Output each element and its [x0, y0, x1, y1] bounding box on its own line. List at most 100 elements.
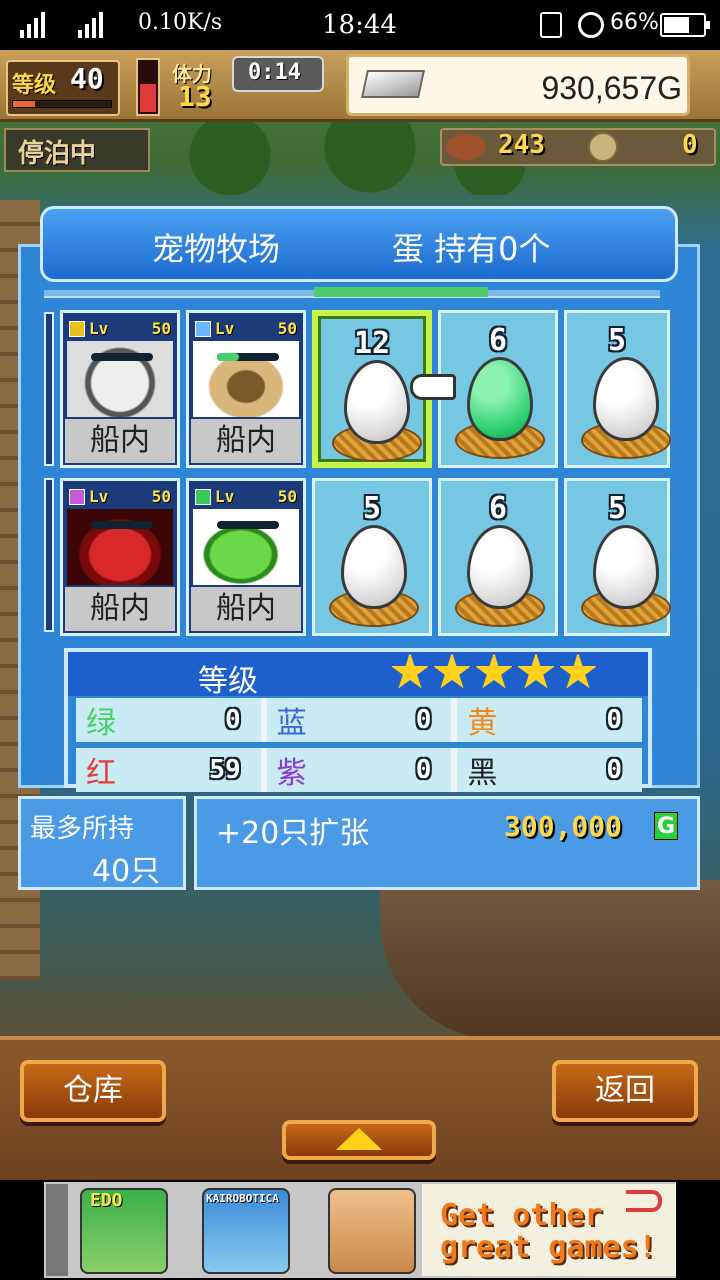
signal-4g-icon — [78, 12, 103, 38]
stat-value: 0 — [415, 705, 432, 735]
egg-icon — [593, 357, 659, 441]
lv-label: Lv — [215, 487, 235, 506]
expand-price: 300,000 — [504, 810, 623, 843]
battery-icon — [660, 13, 710, 37]
pet-level: Lv 50 — [195, 319, 297, 339]
silver-bar-icon — [361, 70, 425, 98]
food-value: 243 — [498, 130, 545, 160]
stat-value: 0 — [225, 705, 241, 735]
stat-cell: 黑0 — [457, 748, 643, 792]
cafe-game-icon[interactable] — [328, 1188, 416, 1274]
egg-cell[interactable]: 6 — [438, 478, 558, 636]
vibrate-icon — [540, 12, 562, 38]
egg-count: 5 — [362, 491, 382, 526]
pet-level: Lv 50 — [69, 487, 171, 507]
kairobotica-label: KAIROBOTICA — [206, 1192, 279, 1205]
egg-count: 5 — [607, 491, 627, 526]
pet-hp-bar — [217, 521, 279, 529]
moored-label: 停泊中 — [18, 139, 97, 169]
stat-cell: 绿0 — [76, 698, 261, 742]
egg-icon — [467, 357, 533, 441]
stat-value: 0 — [606, 705, 623, 735]
egg-cell[interactable]: 6 — [438, 310, 558, 468]
lv-label: Lv — [89, 319, 109, 338]
egg-cell[interactable]: 5 — [312, 478, 432, 636]
stat-value: 0 — [606, 755, 623, 785]
grid-scrollbar-thumb[interactable] — [314, 287, 488, 297]
gem-icon — [69, 321, 85, 337]
stats-row: 绿0蓝0黄0 — [76, 698, 643, 742]
pet-card[interactable]: Lv 50 船内 — [60, 310, 180, 468]
ad-cta-line2: great games! — [440, 1230, 657, 1265]
ad-cta-line1: Get other — [440, 1198, 603, 1233]
stat-color-label: 蓝 — [276, 706, 307, 741]
level-label: 等级 — [12, 73, 57, 98]
stats-row: 红 59 紫 0 黑 0 — [76, 748, 643, 792]
pet-hp-bar — [91, 353, 153, 361]
eggs-held-count: 蛋 持有0个 — [392, 230, 551, 268]
pet-card[interactable]: Lv 50 船内 — [186, 310, 306, 468]
edo-label: EDO — [90, 1190, 123, 1211]
gem-icon — [69, 489, 85, 505]
pet-level: Lv 50 — [195, 487, 297, 507]
network-speed: 0.10K/s — [138, 10, 223, 35]
stat-color-label: 紫 — [276, 756, 307, 791]
pet-hp-bar — [217, 353, 279, 361]
medal-value: 0 — [682, 130, 698, 160]
pet-card[interactable]: Lv 50 船内 — [60, 478, 180, 636]
level-exp-bar — [12, 100, 112, 108]
stats-header — [68, 652, 648, 696]
egg-cell[interactable]: 5 — [564, 478, 671, 636]
capacity-value: 40只 — [92, 854, 161, 889]
pet-level-value: 50 — [151, 319, 171, 338]
pet-hp-bar — [91, 521, 153, 529]
medal-icon — [588, 132, 618, 162]
battery-fill — [664, 17, 689, 33]
stats-title: 等级 — [198, 664, 258, 699]
gold-amount: 930,657G — [541, 70, 682, 106]
back-button[interactable]: 返回 — [552, 1060, 698, 1122]
stat-value: 59 — [209, 755, 241, 785]
stat-cell: 黄0 — [457, 698, 643, 742]
return-arrow-icon — [626, 1190, 662, 1212]
egg-cell[interactable]: 5 — [564, 310, 671, 468]
stat-color-label: 黄 — [467, 706, 498, 741]
pet-level: Lv 50 — [69, 319, 171, 339]
pointing-hand-cursor-icon — [410, 374, 456, 400]
egg-icon — [341, 525, 407, 609]
lv-label: Lv — [215, 319, 235, 338]
pet-location: 船内 — [65, 419, 175, 463]
pet-card[interactable]: Lv 50 船内 — [186, 478, 306, 636]
capacity-label: 最多所持 — [30, 814, 135, 844]
pet-level-value: 50 — [277, 487, 297, 506]
pet-location: 船内 — [191, 419, 301, 463]
food-icon — [446, 134, 486, 160]
egg-icon — [467, 525, 533, 609]
panel-title: 宠物牧场 — [152, 230, 281, 268]
stat-color-label: 黑 — [467, 756, 498, 791]
egg-count: 6 — [488, 491, 508, 526]
egg-count: 12 — [353, 326, 391, 361]
stat-color-label: 绿 — [86, 706, 116, 741]
panel-header — [40, 206, 678, 282]
pet-location: 船内 — [65, 587, 175, 631]
stamina-value: 13 — [178, 80, 212, 113]
stamina-meter — [136, 58, 160, 116]
alarm-icon — [578, 12, 604, 38]
egg-icon — [344, 360, 410, 444]
stat-value: 0 — [415, 755, 432, 785]
egg-icon — [593, 525, 659, 609]
gold-currency-badge: G — [654, 812, 678, 840]
status-bar: 0.10K/s 18:44 66% — [0, 0, 720, 50]
clock-time: 18:44 — [322, 10, 397, 40]
pet-location: 船内 — [191, 587, 301, 631]
stat-cell: 蓝0 — [266, 698, 452, 742]
stat-cell: 红 59 — [76, 748, 261, 792]
stat-color-label: 红 — [86, 756, 116, 791]
warehouse-button[interactable]: 仓库 — [20, 1060, 166, 1122]
pet-level-value: 50 — [151, 487, 171, 506]
partial-pet-card — [44, 478, 54, 632]
ad-prev-arrow-icon[interactable] — [46, 1184, 68, 1276]
lv-label: Lv — [89, 487, 109, 506]
signal-icon — [20, 12, 45, 38]
